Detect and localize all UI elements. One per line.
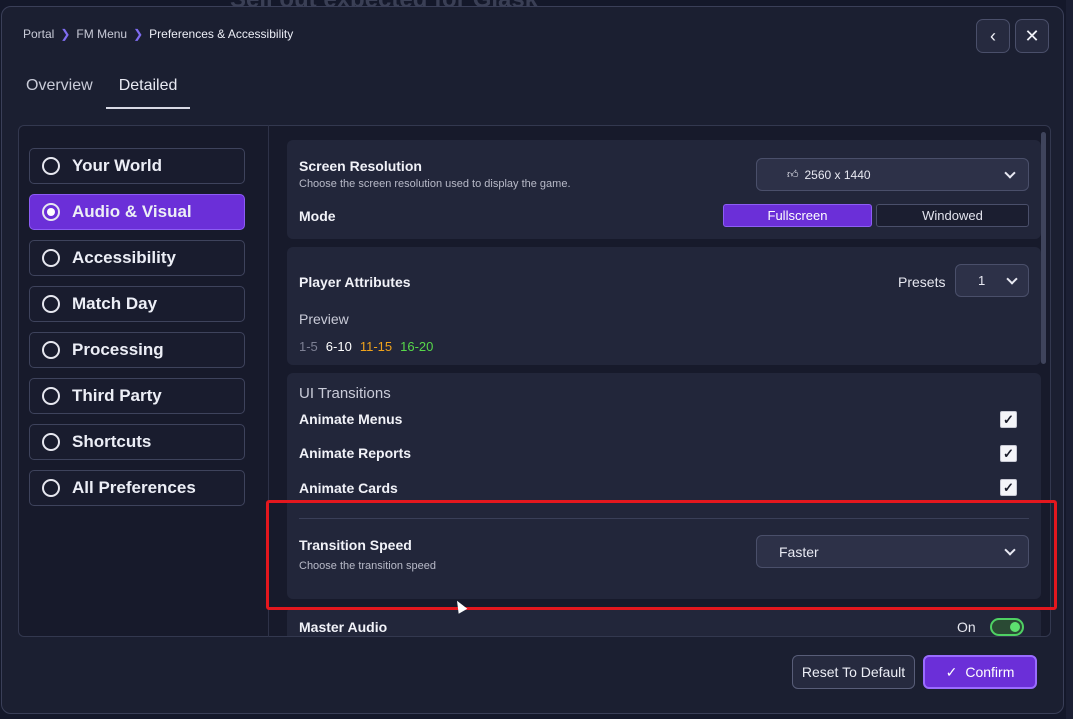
- check-icon: ✓: [1003, 445, 1014, 461]
- check-icon: ✓: [1003, 479, 1014, 495]
- mode-windowed-button[interactable]: Windowed: [876, 204, 1029, 227]
- nav-item-label: All Preferences: [72, 478, 196, 497]
- tab-bar: Overview Detailed: [26, 77, 216, 109]
- transition-speed-title: Transition Speed: [299, 537, 412, 553]
- confirm-label: Confirm: [965, 664, 1015, 680]
- check-icon: ✓: [945, 663, 958, 680]
- nav-item-shortcuts[interactable]: Shortcuts: [29, 424, 245, 460]
- radio-icon: [42, 341, 60, 359]
- nav-item-label: Match Day: [72, 294, 158, 313]
- nav-item-third-party[interactable]: Third Party: [29, 378, 245, 414]
- ui-transitions-card: UI Transitions Animate Menus ✓ Animate R…: [287, 373, 1041, 599]
- divider: [299, 518, 1029, 519]
- breadcrumb-fm-menu[interactable]: FM Menu: [76, 27, 127, 41]
- animate-menus-checkbox[interactable]: ✓: [1000, 411, 1017, 428]
- settings-panel[interactable]: Screen Resolution Choose the screen reso…: [268, 125, 1051, 637]
- background-app-edge: [1066, 0, 1073, 719]
- screen-settings-card: Screen Resolution Choose the screen reso…: [287, 140, 1041, 239]
- category-sidebar: Your World Audio & Visual Accessibility Mat…: [18, 125, 268, 637]
- radio-icon: [42, 203, 60, 221]
- radio-icon: [42, 157, 60, 175]
- back-button[interactable]: ‹: [976, 19, 1010, 53]
- presets-label: Presets: [898, 274, 946, 290]
- animate-reports-checkbox[interactable]: ✓: [1000, 445, 1017, 462]
- thumbs-up-icon: 👍︎: [787, 169, 799, 181]
- check-icon: ✓: [1003, 411, 1014, 427]
- radio-icon: [42, 295, 60, 313]
- attribute-range-1-5: 1-5: [299, 339, 318, 354]
- mode-label: Mode: [299, 208, 336, 224]
- transition-speed-value: Faster: [779, 543, 819, 560]
- nav-item-processing[interactable]: Processing: [29, 332, 245, 368]
- chevron-down-icon: [1004, 543, 1016, 556]
- mode-fullscreen-button[interactable]: Fullscreen: [723, 204, 872, 227]
- presets-value: 1: [978, 273, 986, 288]
- animate-reports-label: Animate Reports: [299, 445, 412, 461]
- chevron-right-icon: ❯: [133, 27, 144, 41]
- master-audio-label: Master Audio: [299, 619, 388, 635]
- category-list: Your World Audio & Visual Accessibility Mat…: [29, 148, 245, 516]
- chevron-right-icon: ❯: [60, 27, 71, 41]
- close-icon: ✕: [1024, 25, 1040, 46]
- ui-transitions-heading: UI Transitions: [299, 385, 391, 402]
- attribute-range-16-20: 16-20: [400, 339, 434, 354]
- attribute-range-11-15: 11-15: [359, 339, 393, 354]
- chevron-down-icon: [1004, 166, 1016, 179]
- attribute-range-preview: 1-5 6-10 11-15 16-20: [299, 339, 433, 354]
- radio-icon: [42, 249, 60, 267]
- master-audio-state: On: [957, 619, 976, 635]
- player-attributes-title: Player Attributes: [299, 274, 411, 290]
- resolution-dropdown[interactable]: 👍︎ 2560 x 1440: [756, 158, 1029, 191]
- master-audio-card: Master Audio On: [287, 607, 1041, 636]
- attribute-range-6-10: 6-10: [325, 339, 352, 354]
- animate-cards-label: Animate Cards: [299, 480, 398, 496]
- nav-item-your-world[interactable]: Your World: [29, 148, 245, 184]
- breadcrumb: Portal ❯ FM Menu ❯ Preferences & Accessi…: [23, 27, 293, 41]
- transition-speed-dropdown[interactable]: Faster: [756, 535, 1029, 568]
- nav-item-label: Your World: [72, 156, 163, 175]
- nav-item-accessibility[interactable]: Accessibility: [29, 240, 245, 276]
- nav-item-label: Processing: [72, 340, 164, 359]
- close-button[interactable]: ✕: [1015, 19, 1049, 53]
- resolution-value: 2560 x 1440: [804, 167, 871, 182]
- animate-cards-checkbox[interactable]: ✓: [1000, 479, 1017, 496]
- player-attributes-card: Player Attributes Presets 1 Preview 1-5 6…: [287, 247, 1041, 365]
- chevron-left-icon: ‹: [990, 25, 996, 46]
- reset-label: Reset To Default: [801, 664, 906, 680]
- nav-item-label: Audio & Visual: [72, 202, 192, 221]
- scrollbar[interactable]: [1041, 132, 1046, 364]
- nav-item-label: Accessibility: [72, 248, 176, 267]
- radio-icon: [42, 479, 60, 497]
- screen-resolution-subtitle: Choose the screen resolution used to dis…: [299, 178, 571, 190]
- preview-label: Preview: [299, 311, 349, 327]
- breadcrumb-portal[interactable]: Portal: [23, 27, 54, 41]
- nav-item-all-preferences[interactable]: All Preferences: [29, 470, 245, 506]
- presets-dropdown[interactable]: 1: [955, 264, 1029, 297]
- transition-speed-subtitle: Choose the transition speed: [299, 560, 436, 572]
- confirm-button[interactable]: ✓ Confirm: [923, 655, 1037, 689]
- radio-icon: [42, 387, 60, 405]
- reset-to-default-button[interactable]: Reset To Default: [792, 655, 915, 689]
- tab-detailed[interactable]: Detailed: [105, 77, 191, 109]
- animate-menus-label: Animate Menus: [299, 411, 403, 427]
- nav-item-audio-visual[interactable]: Audio & Visual: [29, 194, 245, 230]
- master-audio-toggle[interactable]: [990, 618, 1024, 636]
- breadcrumb-current: Preferences & Accessibility: [149, 27, 294, 41]
- tab-overview[interactable]: Overview: [26, 77, 93, 109]
- nav-item-label: Shortcuts: [72, 432, 152, 451]
- nav-item-match-day[interactable]: Match Day: [29, 286, 245, 322]
- nav-item-label: Third Party: [72, 386, 162, 405]
- chevron-down-icon: [1006, 272, 1018, 285]
- screen-resolution-title: Screen Resolution: [299, 158, 422, 174]
- radio-icon: [42, 433, 60, 451]
